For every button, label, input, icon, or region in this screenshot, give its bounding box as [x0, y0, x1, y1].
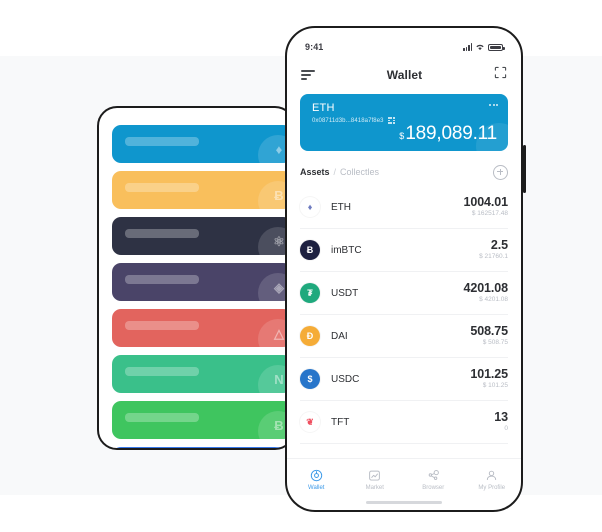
balance-card[interactable]: ETH 0x08711d3b...8418a7f8e3 $ 189,089.11 [300, 94, 508, 151]
asset-fiat-value: $ 21760.1 [479, 253, 508, 260]
asset-values: 13 0 [494, 410, 508, 434]
asset-amount: 508.75 [470, 324, 508, 338]
asset-list: ♦ ETH 1004.01 $ 162517.48 ɃimBTC 2.5 $ 21760.1… [300, 186, 508, 444]
nav-item-my-profile[interactable]: My Profile [463, 463, 522, 496]
asset-name: TFT [331, 416, 350, 428]
asset-fiat-value: 0 [504, 425, 508, 432]
skeleton-placeholder-bar [125, 137, 199, 146]
hamburger-menu-icon[interactable] [301, 70, 315, 80]
asset-fiat-value: $ 101.25 [482, 382, 508, 389]
skeleton-placeholder-bar [125, 229, 199, 238]
skeleton-card[interactable]: ♦ [112, 125, 292, 163]
balance-card-address-row[interactable]: 0x08711d3b...8418a7f8e3 [312, 117, 395, 124]
asset-values: 101.25 $ 101.25 [470, 367, 508, 391]
skeleton-card[interactable]: N [112, 355, 292, 393]
asset-amount: 13 [494, 410, 508, 424]
status-time: 9:41 [305, 42, 324, 52]
asset-name: imBTC [331, 244, 362, 256]
battery-full-icon [488, 43, 505, 51]
status-icons [463, 38, 505, 56]
left-phone-frame: ♦Ƀ⚛◈△NɃŁ [97, 106, 295, 450]
cellular-signal-icon [463, 43, 472, 51]
tft-icon: ❦ [300, 412, 320, 432]
asset-amount: 2.5 [490, 238, 508, 252]
total-balance: 189,089.11 [405, 123, 497, 144]
nav-item-wallet[interactable]: Wallet [287, 463, 346, 496]
home-indicator [366, 501, 442, 504]
currency-symbol: $ [399, 131, 405, 141]
asset-name: DAI [331, 330, 348, 342]
usdc-icon: $ [300, 369, 320, 389]
dai-icon: Ð [300, 326, 320, 346]
wallet-address: 0x08711d3b...8418a7f8e3 [312, 117, 384, 124]
nav-item-browser[interactable]: Browser [404, 463, 463, 496]
imbtc-icon: Ƀ [300, 240, 320, 260]
asset-name: USDT [331, 287, 359, 299]
add-asset-icon[interactable] [493, 164, 508, 180]
status-bar: 9:41 [287, 38, 521, 56]
asset-amount: 101.25 [470, 367, 508, 381]
page-title: Wallet [386, 68, 423, 82]
tab-assets[interactable]: Assets [300, 167, 330, 177]
skeleton-placeholder-bar [125, 367, 199, 376]
asset-amount: 1004.01 [463, 195, 509, 209]
user-profile-icon [485, 469, 498, 482]
asset-tabs: Assets / Collectles [300, 163, 508, 181]
more-options-icon[interactable] [489, 104, 498, 106]
right-phone-frame: 9:41 Wallet ETH 0x08711d3b...8418a7f8e3 … [285, 26, 523, 512]
asset-values: 4201.08 $ 4201.08 [464, 281, 509, 305]
asset-row[interactable]: Ð DAI 508.75 $ 508.75 [300, 315, 508, 358]
skeleton-card-list: ♦Ƀ⚛◈△NɃŁ [112, 125, 293, 448]
asset-fiat-value: $ 162517.48 [471, 210, 508, 217]
bottom-navigation: Wallet Market Browser My Profile [287, 458, 521, 496]
skeleton-placeholder-bar [125, 321, 199, 330]
skeleton-card[interactable]: Ƀ [112, 401, 292, 439]
skeleton-placeholder-bar [125, 275, 199, 284]
skeleton-card[interactable]: ◈ [112, 263, 292, 301]
asset-values: 1004.01 $ 162517.48 [464, 195, 509, 219]
qr-code-icon[interactable] [387, 117, 395, 124]
asset-row[interactable]: ♦ ETH 1004.01 $ 162517.48 [300, 186, 508, 229]
usdt-icon: ₮ [300, 283, 320, 303]
balance-card-symbol: ETH [312, 102, 335, 114]
asset-name: ETH [331, 201, 351, 213]
asset-values: 508.75 $ 508.75 [470, 324, 508, 348]
asset-row[interactable]: $ USDC 101.25 $ 101.25 [300, 358, 508, 401]
market-chart-icon [368, 469, 381, 482]
phone-side-button[interactable] [523, 145, 526, 193]
asset-fiat-value: $ 4201.08 [479, 296, 508, 303]
asset-row[interactable]: ɃimBTC 2.5 $ 21760.1 [300, 229, 508, 272]
skeleton-card[interactable]: ⚛ [112, 217, 292, 255]
nav-item-market[interactable]: Market [346, 463, 405, 496]
skeleton-card[interactable]: △ [112, 309, 292, 347]
asset-name: USDC [331, 373, 360, 385]
skeleton-placeholder-bar [125, 183, 199, 192]
asset-fiat-value: $ 508.75 [482, 339, 508, 346]
wallet-icon [310, 469, 323, 482]
ethereum-icon: ♦ [300, 197, 320, 217]
asset-row[interactable]: ₮ USDT 4201.08 $ 4201.08 [300, 272, 508, 315]
asset-values: 2.5 $ 21760.1 [479, 238, 508, 262]
nav-label: Browser [422, 484, 445, 491]
skeleton-card[interactable]: Ƀ [112, 171, 292, 209]
asset-row[interactable]: ❦ TFT 13 0 [300, 401, 508, 444]
app-header: Wallet [287, 60, 521, 90]
tab-separator: / [333, 167, 337, 177]
nav-label: My Profile [478, 484, 506, 491]
balance-amount-row: $ 189,089.11 [399, 123, 497, 145]
scan-qr-icon[interactable] [494, 66, 507, 84]
asset-amount: 4201.08 [463, 281, 509, 295]
tab-collectibles[interactable]: Collectles [340, 167, 379, 177]
nav-label: Wallet [308, 484, 325, 491]
wifi-icon [475, 38, 485, 56]
skeleton-placeholder-bar [125, 413, 199, 422]
nav-label: Market [365, 484, 384, 491]
skeleton-card[interactable]: Ł [112, 447, 292, 448]
browser-nodes-icon [427, 469, 440, 482]
